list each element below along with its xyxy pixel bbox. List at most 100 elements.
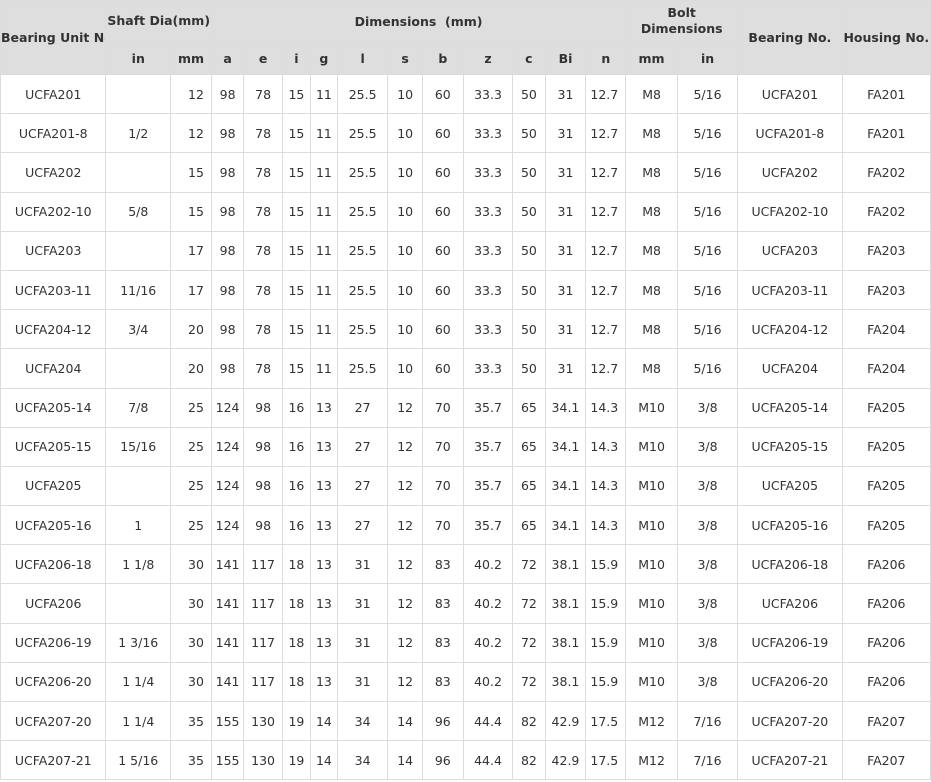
- table-cell: M10: [625, 583, 678, 624]
- table-cell: 11: [309, 230, 338, 271]
- table-cell: 35: [170, 740, 212, 781]
- table-cell: 13: [309, 622, 338, 663]
- table-cell: 83: [421, 622, 464, 663]
- table-cell: UCFA206-19: [0, 622, 107, 663]
- table-cell: UCFA205-15: [0, 426, 107, 467]
- table-cell: UCFA201-8: [737, 113, 843, 154]
- table-cell: 78: [243, 348, 283, 389]
- table-cell: 5/16: [676, 230, 739, 271]
- table-cell: M8: [625, 191, 678, 232]
- table-cell: 44.4: [462, 740, 514, 781]
- table-cell: 60: [421, 113, 464, 154]
- table-cell: UCFA205: [737, 465, 843, 507]
- table-cell: 72: [512, 661, 546, 703]
- table-cell: 38.1: [544, 583, 587, 624]
- table-cell: 31: [336, 583, 389, 624]
- table-cell: 33.3: [462, 191, 514, 232]
- table-cell: 124: [210, 505, 245, 546]
- table-cell: 3/8: [676, 661, 739, 703]
- table-cell: 42.9: [544, 740, 587, 781]
- table-cell: 10: [387, 269, 423, 311]
- table-cell: 25: [170, 426, 212, 467]
- table-cell: 15: [281, 269, 311, 311]
- table-cell: 82: [512, 700, 546, 742]
- table-cell: 15: [281, 152, 311, 193]
- table-cell: 40.2: [462, 622, 514, 663]
- table-cell: UCFA203: [0, 230, 107, 271]
- table-cell: 17: [170, 230, 212, 271]
- table-cell: 7/16: [676, 740, 739, 781]
- table-row: UCFA203 17 98 78 15 11 25.5 10 60 33.3 50 31 12.7 M8 5…: [0, 230, 931, 271]
- table-cell: 98: [243, 426, 283, 467]
- table-cell: 18: [281, 544, 311, 585]
- table-cell: 141: [210, 622, 245, 663]
- table-body: UCFA201 12 98 78 15 11 25.5 10 60 33.3 50 31 12.7 M8 5…: [0, 73, 931, 781]
- table-cell: 50: [512, 269, 546, 311]
- table-cell: 15: [281, 309, 311, 350]
- subheader-cell: mm: [625, 41, 678, 75]
- table-cell: 12: [170, 73, 212, 115]
- table-cell: 25.5: [336, 191, 389, 232]
- table-cell: 11: [309, 113, 338, 154]
- table-cell: 60: [421, 191, 464, 232]
- table-cell: 12: [387, 426, 423, 467]
- table-cell: M12: [625, 700, 678, 742]
- table-row: UCFA204-12 3/4 20 98 78 15 11 25.5 10 60 33.3 50 31 1…: [0, 309, 931, 350]
- table-cell: 141: [210, 544, 245, 585]
- table-cell: 70: [421, 387, 464, 428]
- table-cell: FA206: [841, 583, 931, 624]
- table-cell: 155: [210, 700, 245, 742]
- table-cell: 72: [512, 544, 546, 585]
- table-cell: 10: [387, 152, 423, 193]
- table-cell: M8: [625, 309, 678, 350]
- table-cell: UCFA207-20: [0, 700, 107, 742]
- table-cell: 13: [309, 661, 338, 703]
- table-cell: UCFA201-8: [0, 113, 107, 154]
- table-cell: 19: [281, 700, 311, 742]
- table-cell: 98: [243, 505, 283, 546]
- table-cell: 11: [309, 269, 338, 311]
- table-cell: 65: [512, 426, 546, 467]
- table-cell: M8: [625, 230, 678, 271]
- table-cell: M8: [625, 113, 678, 154]
- table-cell: 70: [421, 505, 464, 546]
- table-cell: 117: [243, 661, 283, 703]
- table-cell: 98: [210, 152, 245, 193]
- table-cell: 31: [544, 348, 587, 389]
- table-cell: 10: [387, 348, 423, 389]
- table-cell: 10: [387, 73, 423, 115]
- table-cell: 15: [281, 191, 311, 232]
- table-cell: 31: [336, 622, 389, 663]
- table-cell: 130: [243, 700, 283, 742]
- table-cell: 14.3: [585, 465, 627, 507]
- subheader-cell: l: [336, 41, 389, 75]
- table-cell: UCFA205-15: [737, 426, 843, 467]
- table-cell: 117: [243, 583, 283, 624]
- table-cell: 5/16: [676, 191, 739, 232]
- table-cell: 1 5/16: [105, 740, 172, 781]
- table-cell: UCFA207-21: [0, 740, 107, 781]
- header-bearing-no: Bearing No.: [737, 0, 843, 75]
- table-cell: 14.3: [585, 505, 627, 546]
- table-cell: 65: [512, 465, 546, 507]
- table-cell: 35.7: [462, 387, 514, 428]
- table-cell: 60: [421, 309, 464, 350]
- table-cell: 83: [421, 544, 464, 585]
- table-cell: 44.4: [462, 700, 514, 742]
- table-cell: UCFA206: [737, 583, 843, 624]
- table-cell: 15.9: [585, 544, 627, 585]
- table-cell: 15: [281, 348, 311, 389]
- table-cell: 11: [309, 348, 338, 389]
- table-cell: 12: [387, 622, 423, 663]
- table-cell: UCFA206: [0, 583, 107, 624]
- table-cell: 78: [243, 113, 283, 154]
- table-cell: 65: [512, 505, 546, 546]
- subheader-cell: in: [676, 41, 739, 75]
- table-cell: UCFA202: [737, 152, 843, 193]
- table-cell: 5/16: [676, 152, 739, 193]
- table-cell: 33.3: [462, 230, 514, 271]
- table-cell: FA202: [841, 152, 931, 193]
- table-cell: [105, 73, 172, 115]
- table-cell: 12.7: [585, 309, 627, 350]
- table-cell: 155: [210, 740, 245, 781]
